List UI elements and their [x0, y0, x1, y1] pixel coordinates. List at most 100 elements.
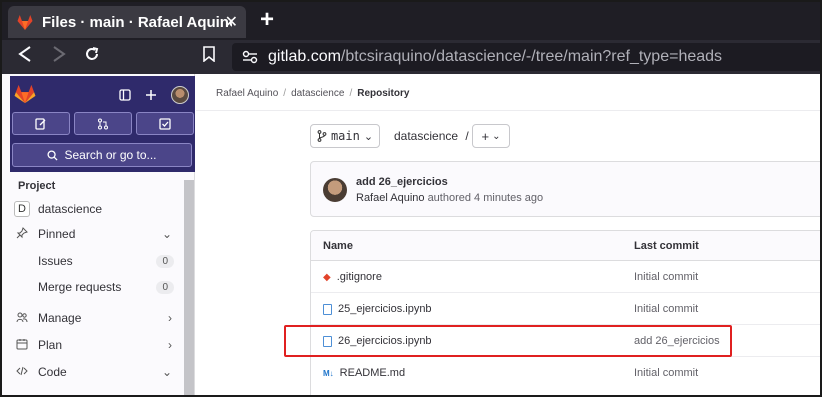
code-icon [14, 365, 30, 380]
sidebar-top-actions [119, 86, 189, 104]
commit-title[interactable]: add 26_ejercicios [356, 176, 448, 188]
gitlab-logo-icon[interactable] [14, 84, 36, 104]
bookmark-icon[interactable] [202, 45, 216, 67]
gitlab-favicon-icon [17, 14, 33, 30]
back-icon[interactable] [18, 45, 32, 67]
sidebar-item-label: Pinned [38, 227, 76, 241]
sidebar-item-label: Code [38, 365, 67, 379]
sidebar-quick-actions [12, 112, 194, 135]
branch-selector-button[interactable]: main ⌄ [310, 124, 380, 148]
tab-close-icon[interactable]: ✕ [225, 12, 238, 32]
reload-icon[interactable] [84, 45, 100, 67]
plus-icon: + [481, 128, 490, 144]
last-commit-cell[interactable]: Initial commit [634, 303, 698, 315]
pin-icon [14, 226, 30, 242]
calendar-icon [14, 338, 30, 353]
sidebar-section-title: Project [18, 180, 56, 192]
project-avatar: D [14, 201, 30, 217]
file-name[interactable]: README.md [340, 367, 405, 379]
user-avatar[interactable] [171, 86, 189, 104]
breadcrumb-item-user[interactable]: Rafael Aquino [216, 88, 278, 99]
search-button[interactable]: Search or go to... [12, 143, 192, 167]
search-label: Search or go to... [64, 148, 157, 162]
users-icon [14, 311, 30, 326]
create-new-icon[interactable] [145, 89, 157, 101]
merge-request-icon [98, 118, 108, 129]
breadcrumb-divider [196, 110, 820, 111]
last-commit-cell[interactable]: Initial commit [634, 367, 698, 379]
file-name-cell: M↓ README.md [323, 367, 405, 379]
sidebar: Search or go to... Project D datascience… [2, 74, 195, 395]
issues-icon [35, 117, 46, 130]
branch-name: main [330, 129, 360, 143]
git-icon: ◆ [323, 271, 331, 283]
file-table-header: Name Last commit [311, 231, 820, 261]
tab-bar: Files · main · Rafael Aquino ✕ + [2, 2, 820, 40]
last-commit-cell[interactable]: Initial commit [634, 271, 698, 283]
browser-tab[interactable]: Files · main · Rafael Aquino ✕ [8, 6, 246, 38]
breadcrumb-item-project[interactable]: datascience [291, 88, 344, 99]
sidebar-item-issues[interactable]: Issues 0 [14, 250, 176, 272]
sidebar-scrollbar[interactable] [184, 180, 194, 395]
site-settings-icon[interactable] [242, 50, 258, 64]
add-to-tree-button[interactable]: + ⌄ [472, 124, 510, 148]
new-tab-button[interactable]: + [260, 7, 274, 33]
repo-path-separator: / [465, 129, 469, 143]
repo-path-name[interactable]: datascience [394, 129, 458, 143]
forward-icon[interactable] [52, 45, 66, 67]
todo-icon [159, 117, 171, 130]
file-table: Name Last commit ◆ .gitignore Initial co… [310, 230, 820, 395]
merge-requests-shortcut-button[interactable] [74, 112, 132, 135]
file-name[interactable]: 25_ejercicios.ipynb [338, 303, 432, 315]
column-header-name: Name [323, 240, 353, 252]
breadcrumb-item-repository[interactable]: Repository [357, 88, 409, 99]
sidebar-item-pinned[interactable]: Pinned ⌄ [14, 223, 176, 245]
url-host: gitlab.com [268, 48, 341, 65]
sidebar-item-label: datascience [38, 202, 103, 216]
browser-window: Files · main · Rafael Aquino ✕ + gitlab.… [0, 0, 822, 397]
sidebar-item-project[interactable]: D datascience [14, 198, 176, 220]
sidebar-item-label: Merge requests [38, 280, 122, 294]
commit-author-avatar[interactable] [323, 178, 347, 202]
sidebar-item-code[interactable]: Code ⌄ [14, 361, 176, 383]
todo-shortcut-button[interactable] [136, 112, 194, 135]
commit-author[interactable]: Rafael Aquino [356, 192, 425, 204]
chevron-right-icon: › [168, 311, 172, 325]
commit-time: authored 4 minutes ago [427, 192, 544, 204]
table-row[interactable]: M↓ README.md Initial commit [311, 357, 820, 389]
chevron-down-icon: ⌄ [161, 365, 172, 379]
file-icon [323, 303, 332, 315]
url-path: /btcsiraquino/datascience/-/tree/main?re… [340, 48, 723, 65]
url-text: gitlab.com/btcsiraquino/datascience/-/tr… [268, 48, 722, 66]
table-row[interactable]: 25_ejercicios.ipynb Initial commit [311, 293, 820, 325]
last-commit-box: add 26_ejercicios Rafael Aquino authored… [310, 161, 820, 217]
sidebar-toggle-icon[interactable] [119, 89, 131, 101]
sidebar-item-label: Issues [38, 254, 73, 268]
chevron-right-icon: › [168, 338, 172, 352]
url-bar[interactable]: gitlab.com/btcsiraquino/datascience/-/tr… [232, 43, 820, 71]
repo-path: datascience / [394, 129, 469, 143]
issues-shortcut-button[interactable] [12, 112, 70, 135]
markdown-icon: M↓ [323, 368, 334, 378]
file-name-cell: 25_ejercicios.ipynb [323, 303, 432, 315]
tab-title: Files · main · Rafael Aquino [42, 13, 232, 31]
sidebar-item-merge-requests[interactable]: Merge requests 0 [14, 276, 176, 298]
sidebar-item-label: Manage [38, 311, 82, 325]
column-header-last-commit: Last commit [634, 240, 699, 252]
file-name[interactable]: .gitignore [337, 271, 382, 283]
sidebar-item-manage[interactable]: Manage › [14, 307, 176, 329]
chevron-down-icon: ⌄ [363, 129, 374, 143]
merge-requests-count-badge: 0 [156, 280, 174, 294]
sidebar-header: Search or go to... [10, 76, 195, 172]
sidebar-item-plan[interactable]: Plan › [14, 334, 176, 356]
issues-count-badge: 0 [156, 254, 174, 268]
browser-navbar: gitlab.com/btcsiraquino/datascience/-/tr… [2, 40, 820, 74]
sidebar-item-label: Plan [38, 338, 63, 352]
file-name-cell: ◆ .gitignore [323, 271, 382, 283]
chevron-down-icon: ⌄ [492, 130, 501, 142]
branch-icon [317, 130, 327, 142]
breadcrumb-separator: / [349, 88, 353, 99]
table-row[interactable]: ◆ .gitignore Initial commit [311, 261, 820, 293]
search-icon [47, 149, 59, 161]
commit-meta: Rafael Aquino authored 4 minutes ago [356, 192, 543, 204]
